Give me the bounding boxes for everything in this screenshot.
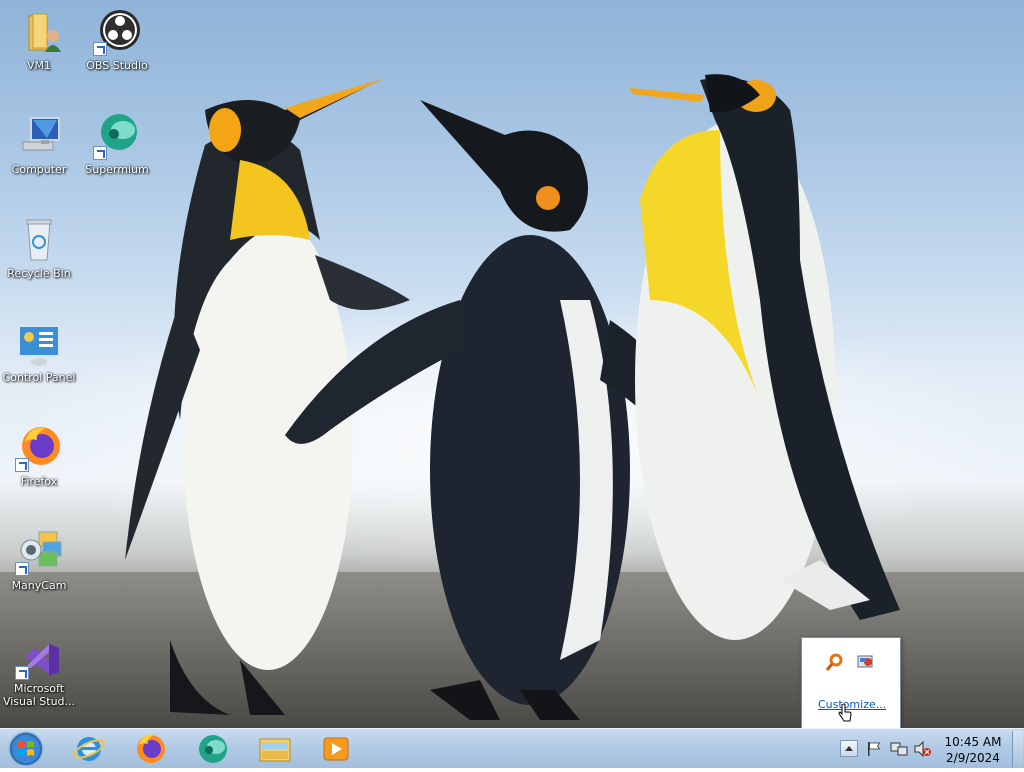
desktop-icon-label: Control Panel [2,371,76,384]
shortcut-arrow-icon [93,146,107,160]
internet-explorer-icon [73,737,105,761]
desktop-icon-recycle-bin[interactable]: Recycle Bin [0,216,78,280]
show-hidden-icons-chevron[interactable] [840,740,858,757]
network-monitor-icon[interactable] [856,652,876,672]
action-center-flag-icon[interactable] [866,741,882,757]
desktop-icon-obs-studio[interactable]: OBS Studio [78,8,156,72]
taskbar: 10:45 AM 2/9/2024 [0,728,1024,768]
supermium-icon [93,112,141,160]
taskbar-windows-explorer[interactable] [248,731,302,767]
notification-overflow-popup: Customize... [801,637,901,729]
taskbar-media-player[interactable] [310,731,364,767]
clock-date: 2/9/2024 [946,751,1000,765]
desktop-icon-label: Computer [11,163,67,176]
windows-start-orb-icon [8,731,44,767]
shortcut-arrow-icon [93,42,107,56]
recycle-bin-icon [15,216,63,264]
desktop-icon-label: Supermium [85,163,149,176]
obs-studio-icon [93,8,141,56]
search-tool-icon[interactable] [824,652,844,672]
shortcut-arrow-icon [15,666,29,680]
visual-studio-icon [15,640,63,680]
network-icon[interactable] [890,741,908,757]
supermium-icon [199,735,227,763]
customize-link[interactable]: Customize... [818,698,886,711]
shortcut-arrow-icon [15,458,29,472]
taskbar-internet-explorer[interactable] [62,731,116,767]
desktop-icon-visual-studio[interactable]: Microsoft Visual Stud... [0,640,78,708]
desktop-icon-label: Firefox [20,475,58,488]
desktop-icon-supermium[interactable]: Supermium [78,112,156,176]
media-player-icon [323,737,349,761]
control-panel-icon [15,320,63,368]
file-explorer-icon [259,738,291,762]
penguins-wallpaper [125,74,900,720]
volume-muted-icon[interactable] [914,741,932,757]
computer-icon [15,112,63,160]
desktop-icon-label: Recycle Bin [7,267,71,280]
show-desktop-button[interactable] [1012,731,1023,767]
taskbar-firefox[interactable] [124,731,178,767]
desktop-icon-label: VM1 [26,59,51,72]
desktop-icon-label: OBS Studio [86,59,148,72]
desktop-wallpaper [0,0,1024,728]
firefox-icon [15,424,63,472]
desktop-icon-manycam[interactable]: ManyCam [0,528,78,592]
system-clock[interactable]: 10:45 AM 2/9/2024 [935,734,1011,766]
desktop-icon-vm1[interactable]: VM1 [0,8,78,72]
desktop-icon-label: Microsoft Visual Stud... [2,682,76,708]
desktop-icon-label: ManyCam [11,579,67,592]
taskbar-supermium[interactable] [186,731,240,767]
start-button[interactable] [6,730,46,768]
hand-cursor-icon [838,704,852,722]
user-folder-icon [15,8,63,56]
manycam-icon [15,528,63,576]
clock-time: 10:45 AM [944,735,1002,749]
desktop-icon-computer[interactable]: Computer [0,112,78,176]
shortcut-arrow-icon [15,562,29,576]
firefox-icon [137,734,165,763]
desktop-icon-firefox[interactable]: Firefox [0,424,78,488]
desktop-icon-control-panel[interactable]: Control Panel [0,320,78,384]
